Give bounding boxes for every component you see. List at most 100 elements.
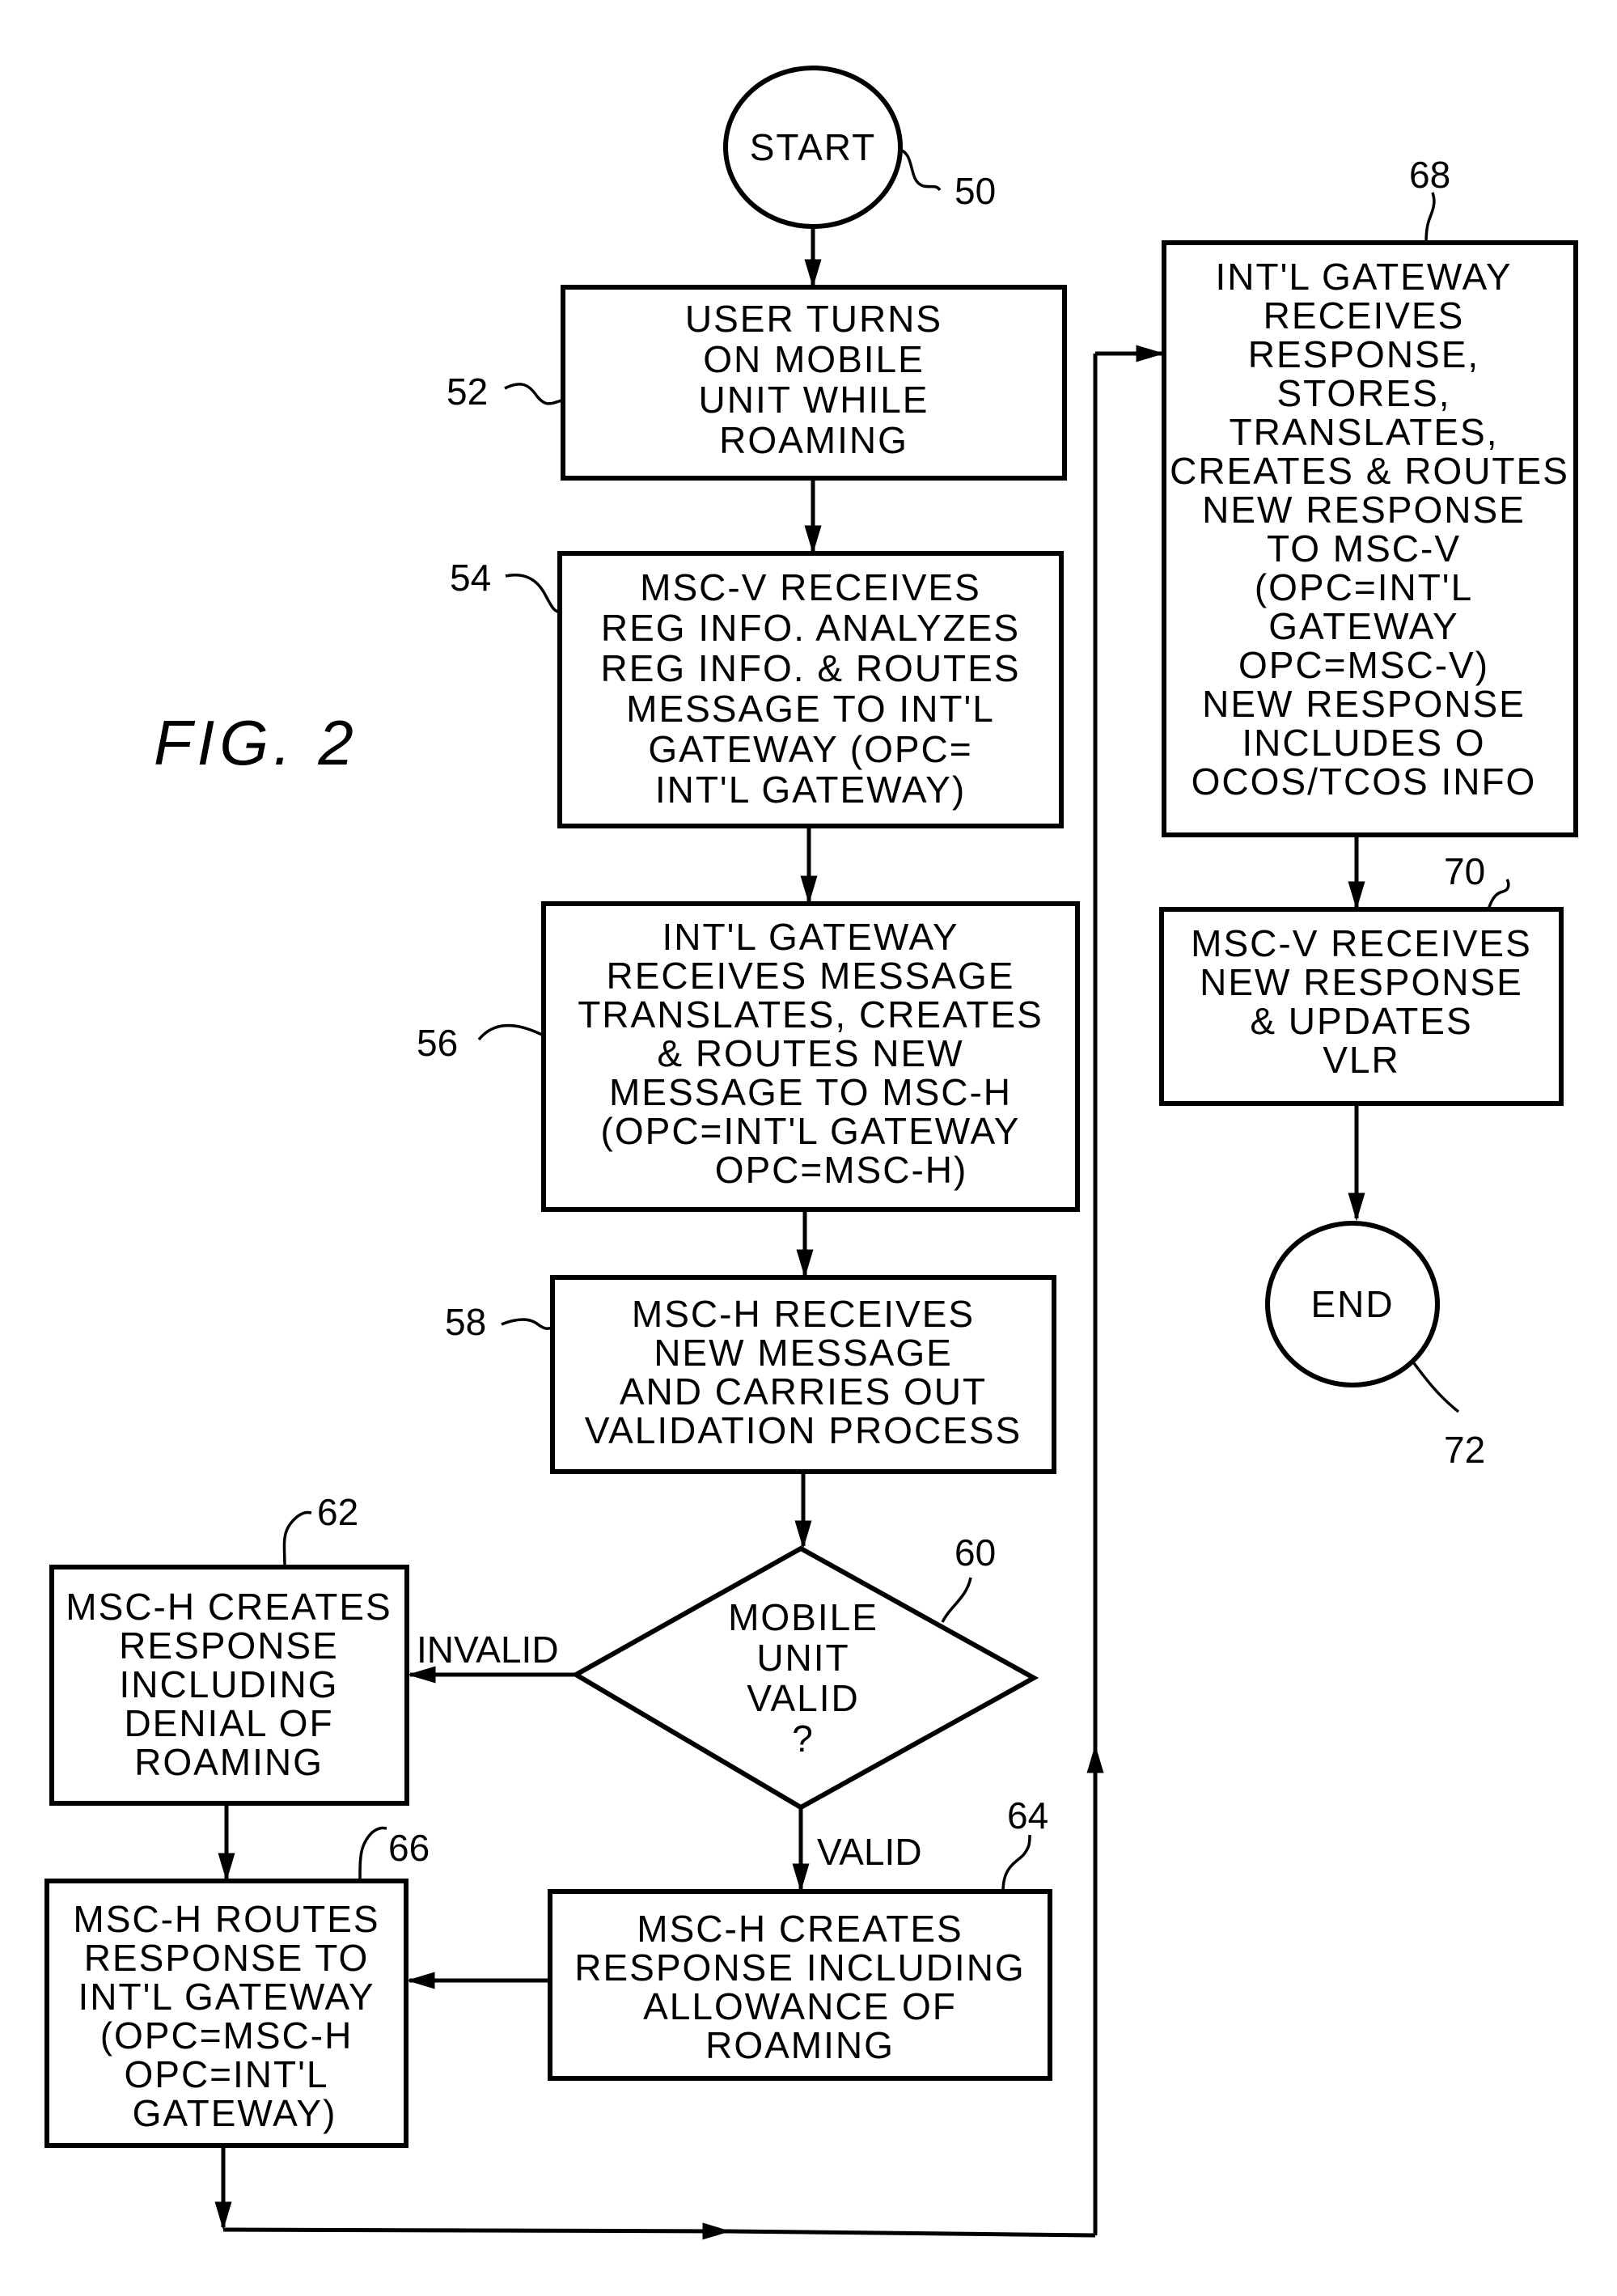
ref-58: 58 [445, 1301, 486, 1343]
start-terminal: START [723, 66, 903, 229]
ref-leader-60 [941, 1577, 972, 1623]
process-70-line: VLR [1323, 1039, 1399, 1081]
ref-leader-58 [501, 1318, 553, 1330]
ref-leader-50 [899, 148, 942, 192]
process-52: USER TURNS ON MOBILE UNIT WHILE ROAMING [561, 285, 1067, 481]
process-64-line: ALLOWANCE OF [643, 1985, 957, 2027]
ref-leader-66 [358, 1826, 387, 1882]
edge-label-valid: VALID [817, 1831, 922, 1873]
process-68-line: (OPC=INT'L [1255, 566, 1473, 608]
process-70-line: & UPDATES [1250, 1000, 1472, 1042]
process-54-line: MESSAGE TO INT'L [626, 688, 995, 730]
ref-60: 60 [955, 1531, 996, 1574]
ref-leader-70 [1487, 879, 1510, 910]
process-64: MSC-H CREATES RESPONSE INCLUDING ALLOWAN… [548, 1889, 1052, 2081]
process-66: MSC-H ROUTES RESPONSE TO INT'L GATEWAY (… [44, 1879, 408, 2148]
ref-leader-54 [505, 574, 561, 614]
process-70-line: MSC-V RECEIVES [1191, 922, 1532, 964]
end-text: END [1310, 1283, 1394, 1325]
process-54-line: GATEWAY (OPC= [648, 728, 972, 770]
ref-52: 52 [447, 371, 488, 413]
process-56-line: & ROUTES NEW [657, 1032, 963, 1074]
ref-leader-52 [504, 383, 562, 405]
ref-70: 70 [1444, 850, 1485, 892]
process-58-line: MSC-H RECEIVES [632, 1293, 975, 1335]
ref-leader-72 [1412, 1362, 1460, 1413]
figure-label: FIG. 2 [154, 707, 358, 778]
decision-60-line: VALID [747, 1677, 860, 1719]
process-68-line: OCOS/TCOS INFO [1192, 760, 1537, 803]
decision-60-line: MOBILE [728, 1596, 878, 1638]
decision-60-line: ? [792, 1718, 815, 1760]
process-70: MSC-V RECEIVES NEW RESPONSE & UPDATES VL… [1159, 907, 1564, 1106]
process-68-line: RESPONSE, [1248, 333, 1479, 375]
process-68-line: OPC=MSC-V) [1238, 644, 1489, 686]
ref-66: 66 [388, 1827, 430, 1869]
process-64-line: ROAMING [705, 2024, 895, 2066]
process-58: MSC-H RECEIVES NEW MESSAGE AND CARRIES O… [550, 1275, 1056, 1474]
end-terminal: END [1265, 1221, 1440, 1387]
process-66-line: INT'L GATEWAY [78, 1976, 375, 2018]
process-64-line: MSC-H CREATES [637, 1908, 963, 1950]
process-56-line: RECEIVES MESSAGE [607, 955, 1015, 997]
process-68-line: STORES, [1276, 372, 1450, 414]
process-68-line: CREATES & ROUTES [1170, 450, 1569, 492]
process-52-line: UNIT WHILE [699, 379, 929, 421]
process-70-line: NEW RESPONSE [1200, 961, 1523, 1003]
process-56-line: MESSAGE TO MSC-H [609, 1071, 1012, 1113]
process-54-line: MSC-V RECEIVES [640, 566, 981, 608]
process-56-line: TRANSLATES, CREATES [578, 993, 1043, 1036]
process-54: MSC-V RECEIVES REG INFO. ANALYZES REG IN… [557, 551, 1064, 828]
process-56-line: INT'L GATEWAY [662, 916, 959, 958]
process-68-line: INCLUDES O [1242, 722, 1485, 764]
ref-54: 54 [450, 557, 491, 599]
process-58-line: AND CARRIES OUT [620, 1370, 987, 1413]
process-52-line: ROAMING [719, 419, 908, 461]
process-68-line: NEW RESPONSE [1202, 683, 1526, 725]
process-68-line: GATEWAY [1268, 605, 1459, 647]
process-68: INT'L GATEWAY RECEIVES RESPONSE, STORES,… [1162, 240, 1578, 837]
flowchart: FIG. 2 START 50 USER TURNS ON MOBILE UNI… [44, 66, 1578, 2240]
return-line-bottom [727, 2229, 1096, 2238]
arrow-66-return-mid [222, 2222, 731, 2240]
process-62-line: INCLUDING [119, 1663, 338, 1705]
process-68-line: RECEIVES [1264, 294, 1465, 337]
process-54-line: REG INFO. ANALYZES [601, 607, 1020, 649]
process-62-line: ROAMING [134, 1741, 324, 1783]
process-62: MSC-H CREATES RESPONSE INCLUDING DENIAL … [49, 1565, 409, 1806]
ref-leader-62 [282, 1510, 312, 1568]
process-52-line: ON MOBILE [703, 338, 925, 380]
process-54-line: INT'L GATEWAY) [655, 769, 966, 811]
process-58-line: NEW MESSAGE [654, 1332, 953, 1374]
ref-leader-68 [1424, 192, 1436, 244]
ref-leader-64 [1001, 1834, 1031, 1892]
process-68-line: TO MSC-V [1267, 527, 1461, 570]
process-68-line: NEW RESPONSE [1202, 489, 1526, 531]
ref-62: 62 [317, 1491, 358, 1533]
process-52-line: USER TURNS [685, 298, 942, 340]
ref-64: 64 [1007, 1794, 1048, 1836]
process-54-line: REG INFO. & ROUTES [600, 647, 1020, 689]
process-66-line: MSC-H ROUTES [73, 1898, 379, 1940]
edge-label-invalid: INVALID [417, 1629, 559, 1671]
ref-leader-56 [477, 1023, 544, 1041]
process-66-line: (OPC=MSC-H [100, 2014, 353, 2057]
process-66-line: RESPONSE TO [84, 1937, 370, 1979]
start-text: START [750, 126, 877, 168]
process-62-line: RESPONSE [119, 1625, 339, 1667]
process-64-line: RESPONSE INCLUDING [574, 1947, 1025, 1989]
ref-68: 68 [1409, 154, 1450, 196]
process-62-line: DENIAL OF [124, 1702, 333, 1744]
process-68-line: INT'L GATEWAY [1215, 256, 1512, 298]
process-56: INT'L GATEWAY RECEIVES MESSAGE TRANSLATE… [541, 901, 1080, 1212]
process-62-line: MSC-H CREATES [66, 1586, 392, 1628]
process-68-line: TRANSLATES, [1230, 411, 1499, 453]
ref-50: 50 [955, 170, 996, 212]
process-56-line: (OPC=INT'L GATEWAY [601, 1110, 1021, 1152]
ref-72: 72 [1444, 1429, 1485, 1471]
decision-60: MOBILE UNIT VALID ? [570, 1545, 1039, 1811]
process-56-line: OPC=MSC-H) [715, 1149, 968, 1191]
process-66-line: GATEWAY) [133, 2092, 337, 2134]
ref-56: 56 [417, 1022, 458, 1064]
decision-60-line: UNIT [756, 1637, 849, 1679]
